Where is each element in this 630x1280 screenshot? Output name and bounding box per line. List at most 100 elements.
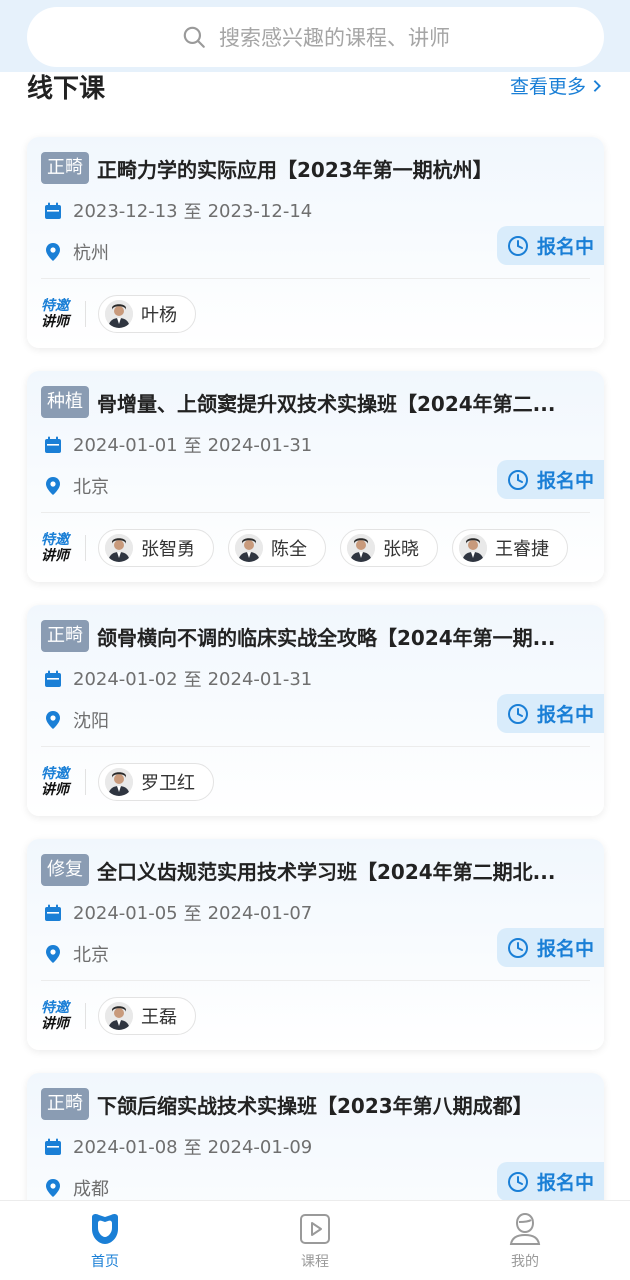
tab-mine[interactable]: 我的 bbox=[420, 1201, 630, 1280]
status-text: 报名中 bbox=[536, 938, 594, 960]
lecturer-name: 叶杨 bbox=[141, 305, 177, 326]
chevron-right-icon bbox=[593, 79, 601, 92]
divider bbox=[41, 512, 590, 513]
view-more-link[interactable]: 查看更多 bbox=[510, 72, 604, 99]
guest-lecturers: 特邀 讲师 张智勇 陈全 张晓 王睿捷 bbox=[41, 528, 582, 568]
content-scroll[interactable]: 搜索感兴趣的课程、讲师 线下课 查看更多 正畸 正畸力学的实际应用【2023年第一… bbox=[0, 0, 630, 1200]
calendar-icon bbox=[45, 670, 61, 687]
course-title: 下颌后缩实战技术实操班【2023年第八期成都】 bbox=[97, 1093, 533, 1118]
course-card[interactable]: 修复 全口义齿规范实用技术学习班【2024年第二期北... 2024-01-05 至 2… bbox=[27, 839, 604, 1050]
course-card[interactable]: 正畸 颌骨横向不调的临床实战全攻略【2024年第一期... 2024-01-02 至 2… bbox=[27, 605, 604, 816]
location-text: 成都 bbox=[73, 1179, 109, 1200]
tab-courses-label: 课程 bbox=[301, 1254, 329, 1270]
location: 沈阳 bbox=[43, 707, 109, 733]
location: 北京 bbox=[43, 941, 109, 967]
status-text: 报名中 bbox=[536, 704, 594, 726]
category-tag: 修复 bbox=[41, 854, 89, 886]
divider bbox=[41, 746, 590, 747]
status-badge: 报名中 bbox=[497, 1162, 604, 1200]
course-title: 全口义齿规范实用技术学习班【2024年第二期北... bbox=[97, 859, 556, 884]
status-text: 报名中 bbox=[536, 1172, 594, 1194]
tab-courses[interactable]: 课程 bbox=[210, 1201, 420, 1280]
course-title: 颌骨横向不调的临床实战全攻略【2024年第一期... bbox=[97, 625, 556, 650]
date-separator: 至 bbox=[183, 202, 202, 223]
avatar bbox=[347, 534, 375, 562]
status-badge: 报名中 bbox=[497, 694, 604, 733]
lecturer-chip[interactable]: 陈全 bbox=[228, 529, 326, 567]
course-card[interactable]: 正畸 正畸力学的实际应用【2023年第一期杭州】 2023-12-13 至 2023-1… bbox=[27, 137, 604, 348]
date-start: 2023-12-13 bbox=[73, 200, 178, 222]
date-separator: 至 bbox=[183, 670, 202, 691]
status-badge: 报名中 bbox=[497, 460, 604, 499]
divider bbox=[41, 278, 590, 279]
location-pin-icon bbox=[46, 945, 60, 963]
avatar bbox=[105, 534, 133, 562]
location-text: 北京 bbox=[73, 477, 109, 498]
guest-badge-line1: 特邀 bbox=[41, 1000, 69, 1016]
avatar bbox=[235, 534, 263, 562]
lecturer-chip[interactable]: 张晓 bbox=[340, 529, 438, 567]
divider bbox=[85, 535, 86, 561]
category-tag: 正畸 bbox=[41, 620, 89, 652]
date-start: 2024-01-01 bbox=[73, 434, 178, 456]
avatar bbox=[105, 768, 133, 796]
date-range: 2024-01-08 至 2024-01-09 bbox=[43, 1134, 312, 1160]
lecturer-chip[interactable]: 叶杨 bbox=[98, 295, 196, 333]
lecturer-chip[interactable]: 王睿捷 bbox=[452, 529, 568, 567]
lecturer-name: 张晓 bbox=[383, 539, 419, 560]
lecturer-name: 罗卫红 bbox=[141, 773, 195, 794]
category-tag: 正畸 bbox=[41, 1088, 89, 1120]
date-range: 2024-01-02 至 2024-01-31 bbox=[43, 666, 312, 692]
lecturer-photo-icon bbox=[235, 534, 263, 562]
category-tag: 种植 bbox=[41, 386, 89, 418]
divider bbox=[85, 301, 86, 327]
date-separator: 至 bbox=[183, 436, 202, 457]
section-title: 线下课 bbox=[27, 74, 106, 104]
guest-lecturers: 特邀 讲师 叶杨 bbox=[41, 294, 210, 334]
guest-badge-line2: 讲师 bbox=[41, 314, 69, 330]
lecturer-photo-icon bbox=[105, 1002, 133, 1030]
guest-lecturers: 特邀 讲师 王磊 bbox=[41, 996, 210, 1036]
date-start: 2024-01-08 bbox=[73, 1136, 178, 1158]
lecturer-name: 陈全 bbox=[271, 539, 307, 560]
lecturer-chip[interactable]: 罗卫红 bbox=[98, 763, 214, 801]
lecturer-chip[interactable]: 王磊 bbox=[98, 997, 196, 1035]
status-text: 报名中 bbox=[536, 470, 594, 492]
tab-home[interactable]: 首页 bbox=[0, 1201, 210, 1280]
date-end: 2024-01-31 bbox=[207, 434, 313, 456]
location: 成都 bbox=[43, 1175, 109, 1200]
date-start: 2024-01-02 bbox=[73, 668, 178, 690]
bottom-tab-bar: 首页 课程 我的 bbox=[0, 1200, 630, 1280]
date-separator: 至 bbox=[183, 904, 202, 925]
avatar bbox=[459, 534, 487, 562]
course-card[interactable]: 种植 骨增量、上颌窦提升双技术实操班【2024年第二... 2024-01-01 至 2… bbox=[27, 371, 604, 582]
status-badge: 报名中 bbox=[497, 226, 604, 265]
clock-icon bbox=[507, 469, 528, 490]
guest-badge-line2: 讲师 bbox=[41, 1016, 69, 1032]
course-card[interactable]: 正畸 下颌后缩实战技术实操班【2023年第八期成都】 2024-01-08 至 2024… bbox=[27, 1073, 604, 1200]
calendar-icon bbox=[45, 904, 61, 921]
tab-home-label: 首页 bbox=[91, 1254, 119, 1270]
status-text: 报名中 bbox=[536, 236, 594, 258]
lecturer-name: 王磊 bbox=[141, 1007, 177, 1028]
date-end: 2023-12-14 bbox=[207, 200, 313, 222]
guest-badge-line1: 特邀 bbox=[41, 298, 69, 314]
location-text: 北京 bbox=[73, 945, 109, 966]
location: 北京 bbox=[43, 473, 109, 499]
search-bar[interactable]: 搜索感兴趣的课程、讲师 bbox=[27, 7, 604, 67]
divider bbox=[41, 980, 590, 981]
guest-badge-line1: 特邀 bbox=[41, 532, 69, 548]
location: 杭州 bbox=[43, 239, 109, 265]
avatar bbox=[105, 1002, 133, 1030]
clock-icon bbox=[507, 703, 528, 724]
avatar bbox=[105, 300, 133, 328]
location-pin-icon bbox=[46, 243, 60, 261]
course-title: 骨增量、上颌窦提升双技术实操班【2024年第二... bbox=[97, 391, 556, 416]
date-separator: 至 bbox=[183, 1138, 202, 1159]
location-text: 杭州 bbox=[73, 243, 109, 264]
date-start: 2024-01-05 bbox=[73, 902, 178, 924]
view-more-label: 查看更多 bbox=[509, 76, 586, 98]
lecturer-chip[interactable]: 张智勇 bbox=[98, 529, 214, 567]
clock-icon bbox=[507, 235, 528, 256]
lecturer-photo-icon bbox=[105, 534, 133, 562]
